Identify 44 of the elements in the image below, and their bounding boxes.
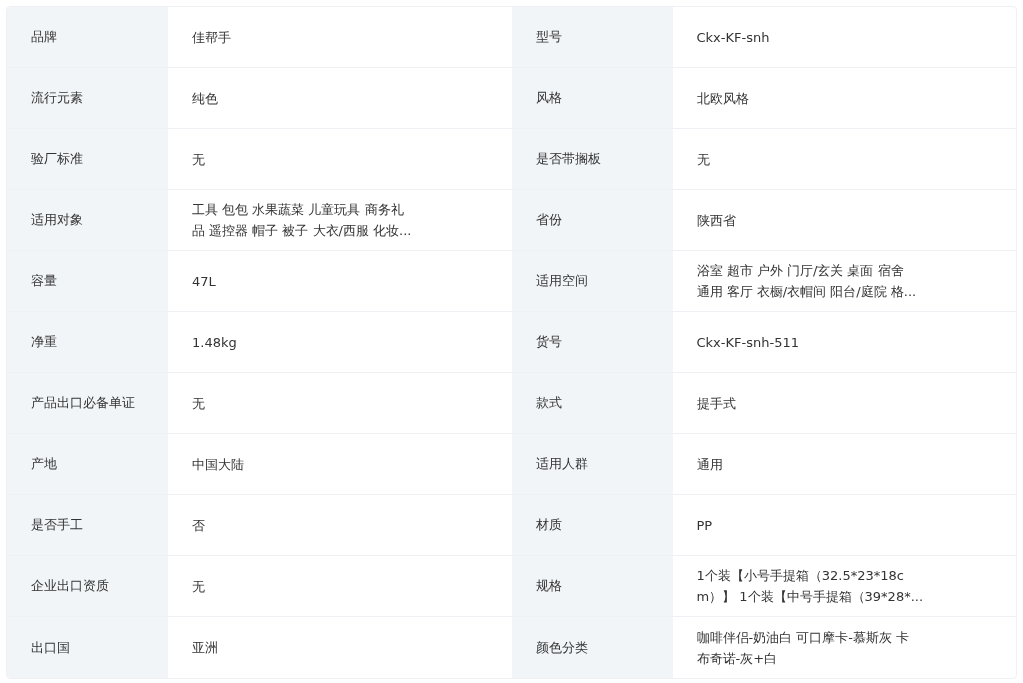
attribute-value: 无 xyxy=(191,150,206,169)
attribute-name: 企业出口资质 xyxy=(7,556,168,616)
attribute-name: 产地 xyxy=(7,434,168,494)
attribute-value: Ckx-KF-snh xyxy=(695,28,771,47)
attribute-value: 无 xyxy=(191,394,206,413)
attribute-name: 款式 xyxy=(511,373,673,433)
attribute-name: 适用人群 xyxy=(511,434,673,494)
attribute-value: 提手式 xyxy=(695,394,737,413)
attribute-name: 验厂标准 xyxy=(7,129,168,189)
attribute-name: 规格 xyxy=(511,556,673,616)
attribute-name: 材质 xyxy=(511,495,673,555)
attribute-name: 省份 xyxy=(511,190,673,250)
attribute-name: 出口国 xyxy=(7,617,168,678)
attribute-name: 品牌 xyxy=(7,7,168,67)
attribute-name: 产品出口必备单证 xyxy=(7,373,168,433)
attribute-name: 型号 xyxy=(511,7,673,67)
attribute-value: 47L xyxy=(191,272,217,291)
attribute-name: 净重 xyxy=(7,312,168,372)
attribute-name: 货号 xyxy=(511,312,673,372)
attribute-name: 颜色分类 xyxy=(511,617,673,678)
attribute-value: 陕西省 xyxy=(695,211,737,230)
attribute-value: 无 xyxy=(695,150,711,169)
attribute-value: 纯色 xyxy=(191,89,219,108)
attribute-value: 无 xyxy=(191,577,206,596)
attribute-value: 1个装【小号手提箱（32.5*23*18c m）】 1个装【中号手提箱（39*28*... xyxy=(695,567,925,606)
attribute-value: PP xyxy=(695,516,714,535)
attribute-value: 北欧风格 xyxy=(695,89,750,108)
attribute-value: 浴室 超市 户外 门厅/玄关 桌面 宿舍 通用 客厅 衣橱/衣帽间 阳台/庭院 格... xyxy=(695,262,918,301)
attribute-value: 工具 包包 水果蔬菜 儿童玩具 商务礼 品 遥控器 帽子 被子 大衣/西服 化妆... xyxy=(191,201,413,240)
attribute-value: 亚洲 xyxy=(191,639,219,657)
attribute-name: 适用对象 xyxy=(7,190,168,250)
attribute-name: 适用空间 xyxy=(511,251,673,311)
attribute-name: 是否手工 xyxy=(7,495,168,555)
attribute-name: 风格 xyxy=(511,68,673,128)
attribute-value: Ckx-KF-snh-511 xyxy=(695,333,800,352)
attribute-value: 中国大陆 xyxy=(191,455,245,474)
attribute-value: 1.48kg xyxy=(191,333,238,352)
attribute-value: 咖啡伴侣-奶油白 可口摩卡-慕斯灰 卡 布奇诺-灰+白 xyxy=(695,628,911,668)
attribute-value: 佳帮手 xyxy=(191,28,232,47)
attribute-value: 否 xyxy=(191,516,206,535)
attribute-name: 是否带搁板 xyxy=(511,129,673,189)
attribute-name: 容量 xyxy=(7,251,168,311)
attribute-name: 流行元素 xyxy=(7,68,168,128)
attribute-value: 通用 xyxy=(695,455,724,474)
